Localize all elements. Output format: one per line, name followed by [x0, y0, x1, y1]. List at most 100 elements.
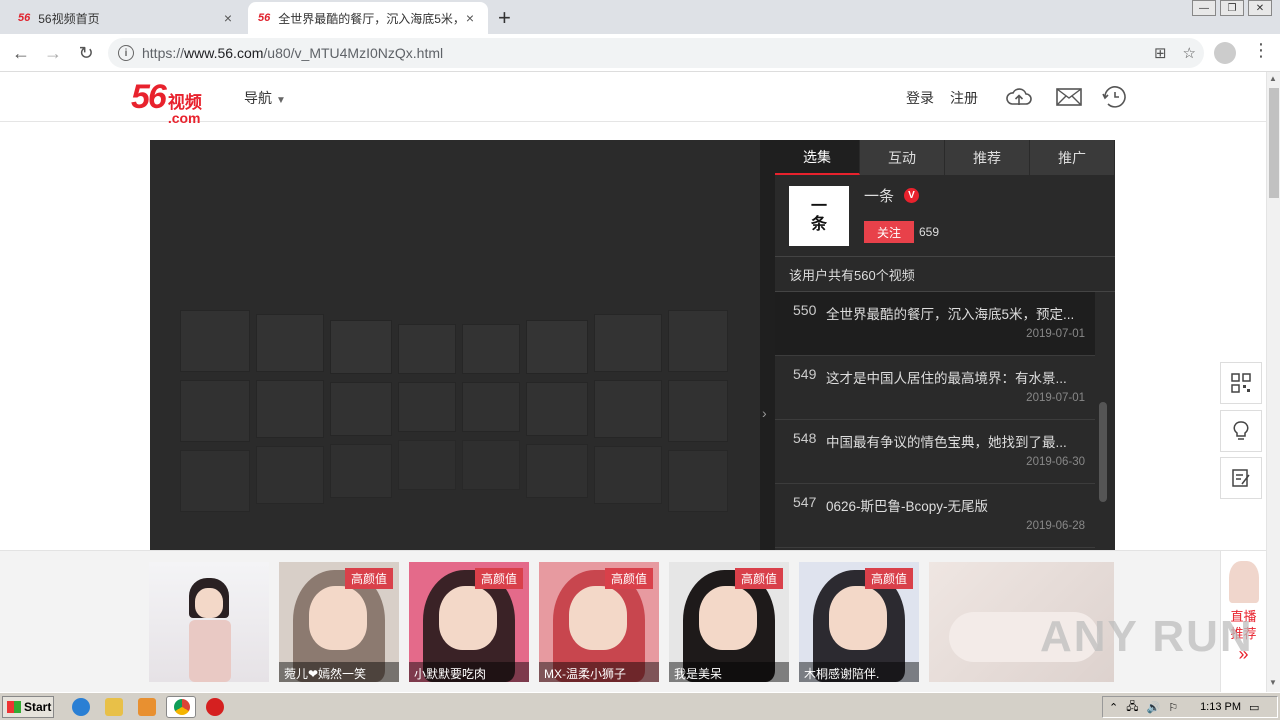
panel-tabs: 选集 互动 推荐 推广 [775, 140, 1115, 175]
profile-avatar-icon[interactable] [1214, 42, 1236, 64]
window-controls: — ❐ ✕ [1192, 0, 1272, 16]
folder-icon[interactable] [105, 698, 123, 716]
back-arrow-icon[interactable]: ← [8, 40, 34, 66]
minimize-icon[interactable]: — [1192, 0, 1216, 16]
episode-number: 549 [793, 366, 817, 382]
scroll-down-icon[interactable]: ▼ [1269, 678, 1277, 687]
show-desktop-icon[interactable]: ▭ [1249, 701, 1259, 714]
browser-tab-strip: 56 56视频首页 × 56 全世界最酷的餐厅，沉入海底5米，预 × + — ❐… [0, 0, 1280, 34]
lightbulb-icon[interactable] [1220, 410, 1262, 452]
video-poster-wall [180, 310, 730, 540]
restore-icon[interactable]: ❐ [1220, 0, 1244, 16]
tab-title: 全世界最酷的餐厅，沉入海底5米，预 [278, 11, 462, 26]
chevron-right-icon: › [762, 405, 767, 421]
upload-cloud-icon[interactable] [1005, 84, 1033, 110]
live-card[interactable]: 高颜值 木桐感谢陪伴. [799, 562, 919, 682]
browser-tab-video[interactable]: 56 全世界最酷的餐厅，沉入海底5米，预 × [248, 2, 488, 34]
episode-title: 中国最有争议的情色宝典，她找到了最... [826, 435, 1067, 450]
live-card[interactable]: 高颜值 MX-温柔小狮子 [539, 562, 659, 682]
feedback-edit-icon[interactable] [1220, 457, 1262, 499]
episode-number: 550 [793, 302, 817, 318]
episode-date: 2019-07-01 [1026, 328, 1085, 340]
ie-icon[interactable] [72, 698, 90, 716]
streamer-name: 菀儿❤嫣然一笑 [279, 662, 399, 682]
qr-code-icon[interactable] [1220, 362, 1262, 404]
login-link[interactable]: 登录 [906, 88, 934, 108]
list-item[interactable]: 549 这才是中国人居住的最高境界：有水景... 2019-07-01 [775, 356, 1095, 420]
list-item[interactable]: 547 0626-斯巴鲁-Bcopy-无尾版 2019-06-28 [775, 484, 1095, 548]
translate-icon[interactable]: ⊞ [1154, 44, 1167, 62]
follower-count: 659 [919, 225, 940, 239]
live-card[interactable] [149, 562, 269, 682]
episode-date: 2019-07-01 [1026, 392, 1085, 404]
clock: 1:13 PM [1200, 701, 1242, 713]
uploader-name[interactable]: 一条 V [864, 185, 920, 206]
bookmark-star-icon[interactable]: ☆ [1183, 44, 1196, 62]
video-player[interactable] [150, 140, 760, 550]
mail-icon[interactable] [1055, 84, 1083, 110]
episode-title: 全世界最酷的餐厅，沉入海底5米，预定... [826, 307, 1075, 322]
stop-icon[interactable] [206, 698, 224, 716]
streamer-name: 我是美呆 [669, 662, 789, 682]
history-clock-icon[interactable] [1101, 84, 1129, 110]
address-bar[interactable]: i https://www.56.com/u80/v_MTU4MzI0NzQx.… [108, 38, 1204, 68]
episode-date: 2019-06-30 [1026, 456, 1085, 468]
live-card[interactable]: 高颜值 小默默要吃肉 [409, 562, 529, 682]
episode-number: 547 [793, 494, 817, 510]
list-item[interactable]: 548 中国最有争议的情色宝典，她找到了最... 2019-06-30 [775, 420, 1095, 484]
follow-button[interactable]: 关注 [864, 221, 914, 243]
system-tray: ⌃ 🖧 🔊 ⚐ 1:13 PM ▭ [1102, 696, 1278, 718]
verified-badge-icon: V [904, 188, 920, 203]
uploader-avatar[interactable]: 一 条 [789, 186, 849, 246]
high-beauty-tag: 高颜值 [734, 568, 783, 589]
windows-logo-icon [7, 701, 21, 713]
live-promo-avatar [1228, 561, 1259, 603]
live-card[interactable]: 高颜值 菀儿❤嫣然一笑 [279, 562, 399, 682]
streamer-name: MX-温柔小狮子 [539, 662, 659, 682]
tab-recommend[interactable]: 推荐 [945, 140, 1030, 175]
register-link[interactable]: 注册 [950, 88, 978, 108]
browser-toolbar: ← → ↻ i https://www.56.com/u80/v_MTU4MzI… [0, 34, 1280, 72]
close-icon[interactable]: × [462, 10, 478, 26]
new-tab-button[interactable]: + [498, 5, 511, 31]
chrome-taskbar-button[interactable] [166, 696, 196, 718]
episode-panel: 选集 互动 推荐 推广 一 条 一条 V 关注 659 该用户共有560个视频 … [775, 140, 1115, 550]
high-beauty-tag: 高颜值 [344, 568, 393, 589]
network-icon[interactable]: 🖧 [1126, 698, 1138, 717]
site-favicon-icon: 56 [258, 12, 271, 24]
reload-icon[interactable]: ↻ [73, 40, 99, 66]
site-nav-dropdown[interactable]: 导航 ▼ [244, 88, 286, 108]
streamer-name: 小默默要吃肉 [409, 662, 529, 682]
high-beauty-tag: 高颜值 [864, 568, 913, 589]
start-button[interactable]: Start [2, 696, 54, 718]
panel-scrollbar[interactable] [1099, 402, 1107, 502]
url-text: https://www.56.com/u80/v_MTU4MzI0NzQx.ht… [142, 45, 444, 61]
media-player-icon[interactable] [138, 698, 156, 716]
forward-arrow-icon[interactable]: → [40, 40, 66, 66]
site-favicon-icon: 56 [18, 12, 31, 24]
uploader-info: 一 条 一条 V 关注 659 [775, 175, 1115, 257]
flag-icon[interactable]: ⚐ [1168, 701, 1178, 714]
episode-number: 548 [793, 430, 817, 446]
tab-promote[interactable]: 推广 [1030, 140, 1115, 175]
close-icon[interactable]: × [220, 10, 236, 26]
panel-toggle-handle[interactable]: › [760, 140, 775, 550]
tab-episodes[interactable]: 选集 [775, 140, 860, 175]
site-logo[interactable]: 56 视频 .com [131, 78, 202, 125]
kebab-menu-icon[interactable]: ⋮ [1252, 40, 1270, 61]
close-window-icon[interactable]: ✕ [1248, 0, 1272, 16]
volume-icon[interactable]: 🔊 [1146, 701, 1160, 714]
windows-taskbar: Start ⌃ 🖧 🔊 ⚐ 1:13 PM ▭ [0, 692, 1280, 720]
video-count-text: 该用户共有560个视频 [775, 257, 1115, 292]
episode-date: 2019-06-28 [1026, 520, 1085, 532]
scroll-up-icon[interactable]: ▲ [1269, 74, 1277, 83]
site-info-icon[interactable]: i [118, 45, 134, 61]
page-scrollbar[interactable]: ▲ ▼ [1266, 72, 1280, 692]
tab-interact[interactable]: 互动 [860, 140, 945, 175]
tray-expand-icon[interactable]: ⌃ [1109, 701, 1118, 714]
browser-tab-home[interactable]: 56 56视频首页 × [8, 2, 246, 34]
list-item[interactable]: 550 全世界最酷的餐厅，沉入海底5米，预定... 2019-07-01 [775, 292, 1095, 356]
live-card[interactable]: 高颜值 我是美呆 [669, 562, 789, 682]
scrollbar-thumb[interactable] [1269, 88, 1279, 198]
site-header: 56 视频 .com 导航 ▼ 登录 注册 [0, 72, 1266, 125]
